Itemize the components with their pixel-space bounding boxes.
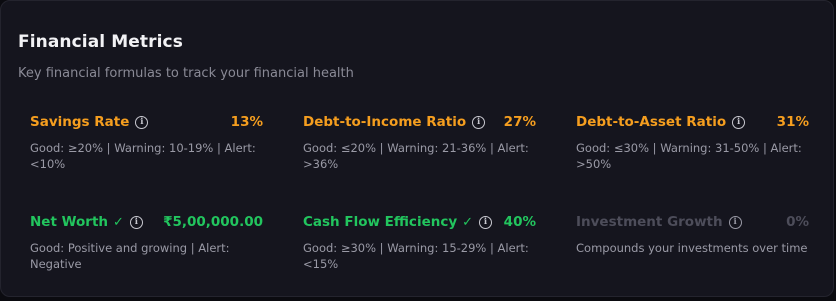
info-icon[interactable]: i (135, 115, 149, 129)
metric-value: 31% (776, 114, 809, 130)
info-icon[interactable]: i (472, 115, 486, 129)
metric-description: Good: ≥20% | Warning: 10-19% | Alert: <1… (30, 141, 256, 171)
info-icon[interactable]: i (732, 115, 746, 129)
metric-savings-rate: Savings Rate i 13% Good: ≥20% | Warning:… (30, 114, 263, 172)
metric-debt-to-asset: Debt-to-Asset Ratio i 31% Good: ≤30% | W… (576, 114, 809, 172)
check-icon: ✓ (462, 214, 474, 230)
metric-description: Good: Positive and growing | Alert: Nega… (30, 241, 230, 271)
metric-name: Debt-to-Income Ratio (303, 114, 467, 130)
metric-description: Compounds your investments over time (576, 241, 808, 255)
metric-description: Good: ≤30% | Warning: 31-50% | Alert: >5… (576, 141, 802, 171)
metric-value: ₹5,00,000.00 (163, 214, 263, 230)
metric-value: 40% (503, 214, 536, 230)
metric-investment-growth: Investment Growth i 0% Compounds your in… (576, 214, 809, 256)
metric-value: 27% (503, 114, 536, 130)
card-subtitle: Key financial formulas to track your fin… (18, 66, 354, 81)
metric-name: Cash Flow Efficiency (303, 214, 458, 230)
metric-cash-flow-efficiency: Cash Flow Efficiency ✓ i 40% Good: ≥30% … (303, 214, 536, 272)
metric-name: Savings Rate (30, 114, 130, 130)
info-icon[interactable]: i (129, 215, 143, 229)
metric-value: 0% (786, 214, 809, 230)
metric-name: Investment Growth (576, 214, 723, 230)
financial-metrics-card: Financial Metrics Key financial formulas… (0, 0, 834, 297)
metric-name: Debt-to-Asset Ratio (576, 114, 727, 130)
metric-description: Good: ≤20% | Warning: 21-36% | Alert: >3… (303, 141, 529, 171)
metric-name: Net Worth (30, 214, 109, 230)
info-icon[interactable]: i (728, 215, 742, 229)
metric-net-worth: Net Worth ✓ i ₹5,00,000.00 Good: Positiv… (30, 214, 263, 272)
metric-value: 13% (230, 114, 263, 130)
info-icon[interactable]: i (479, 215, 493, 229)
metric-debt-to-income: Debt-to-Income Ratio i 27% Good: ≤20% | … (303, 114, 536, 172)
card-title: Financial Metrics (18, 32, 183, 52)
metric-description: Good: ≥30% | Warning: 15-29% | Alert: <1… (303, 241, 529, 271)
check-icon: ✓ (113, 214, 124, 230)
